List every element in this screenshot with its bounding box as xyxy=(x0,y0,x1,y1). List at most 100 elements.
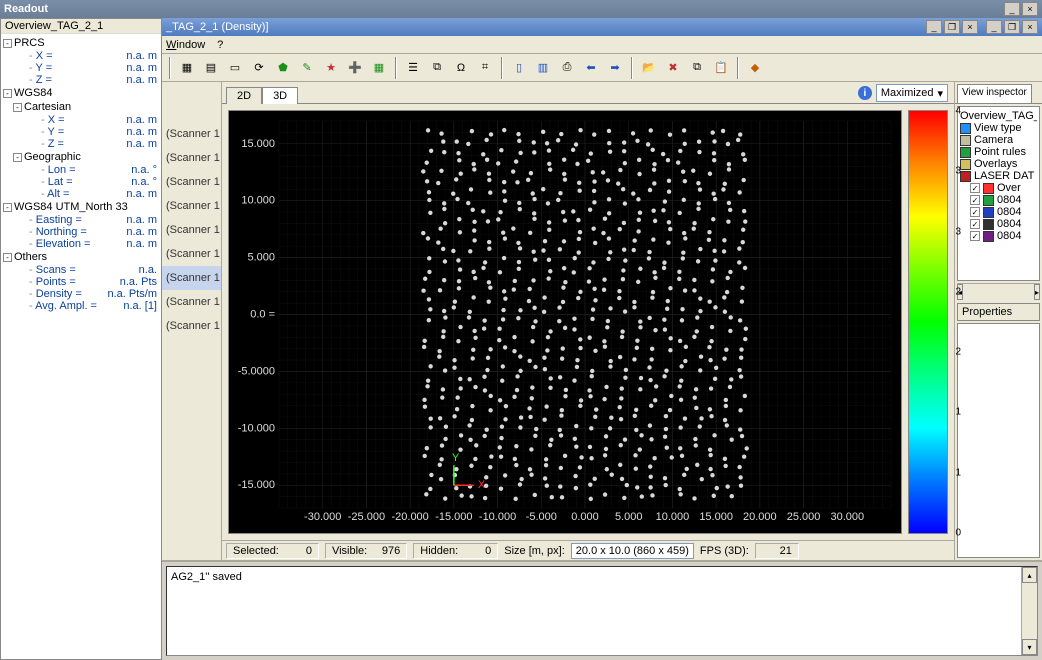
tool-print-icon[interactable]: ⎙ xyxy=(556,57,578,79)
close-button[interactable]: × xyxy=(1022,2,1038,16)
tool-freehand-icon[interactable]: ✎ xyxy=(296,57,318,79)
tool-paste-icon[interactable]: 📋 xyxy=(710,57,732,79)
svg-text:X: X xyxy=(478,479,486,491)
colorbar: 43322110 xyxy=(908,110,948,534)
center-area: _TAG_2_1 (Density)] _ ❐ × _ ❐ × Window ?… xyxy=(162,18,1042,660)
visibility-checkbox[interactable]: ✓ xyxy=(970,183,980,193)
visibility-checkbox[interactable]: ✓ xyxy=(970,231,980,241)
scanner-item[interactable]: (Scanner 1 xyxy=(162,218,221,242)
inspector-item[interactable]: View type xyxy=(960,122,1037,134)
scanner-item[interactable]: (Scanner 1 xyxy=(162,266,221,290)
menubar: Window ? xyxy=(162,36,1042,54)
toolbar: ▦ ▤ ▭ ⟳ ⬟ ✎ ★ ➕ ▦ ☰ ⧉ Ω ⌗ ▯ ▥ ⎙ ⬅ ➡ 📂 ✖ … xyxy=(162,54,1042,82)
tool-help-icon[interactable]: ◆ xyxy=(744,57,766,79)
tab-2d[interactable]: 2D xyxy=(226,87,262,104)
inspector-item[interactable]: Point rules xyxy=(960,146,1037,158)
expand-icon[interactable]: - xyxy=(3,89,12,98)
tool-open-icon[interactable]: 📂 xyxy=(638,57,660,79)
inspector-layer[interactable]: ✓Over xyxy=(960,182,1037,194)
tool-chart-icon[interactable]: ⧉ xyxy=(426,57,448,79)
tool-polygon-icon[interactable]: ⬟ xyxy=(272,57,294,79)
expand-icon[interactable]: - xyxy=(3,203,12,212)
tool-filter-icon[interactable]: ⌗ xyxy=(474,57,496,79)
app-minimize2-button[interactable]: _ xyxy=(986,20,1002,34)
info-icon[interactable]: i xyxy=(858,86,872,100)
scanner-item[interactable]: (Scanner 1 xyxy=(162,290,221,314)
tree-group[interactable]: -WGS84 xyxy=(1,86,161,100)
tool-refresh-icon[interactable]: ⟳ xyxy=(248,57,270,79)
scroll-down-icon[interactable]: ▾ xyxy=(1022,639,1037,655)
inspector-item[interactable]: LASER DAT xyxy=(960,170,1037,182)
type-icon xyxy=(960,147,971,158)
tree-group[interactable]: -WGS84 UTM_North 33 xyxy=(1,200,161,214)
menu-help[interactable]: ? xyxy=(217,39,223,51)
tool-splitv-icon[interactable]: ▥ xyxy=(532,57,554,79)
tool-prev-icon[interactable]: ⬅ xyxy=(580,57,602,79)
tool-view-icon[interactable]: ▦ xyxy=(176,57,198,79)
inspector-header: Overview_TAG_2▴ xyxy=(960,109,1037,122)
tree-subgroup[interactable]: -Geographic xyxy=(1,150,161,164)
tree-item: Points =n.a. Pts xyxy=(1,276,161,288)
tool-delete-icon[interactable]: ✖ xyxy=(662,57,684,79)
tree-group[interactable]: -Others xyxy=(1,250,161,264)
svg-text:Y: Y xyxy=(452,452,460,464)
app-restore2-button[interactable]: ❐ xyxy=(1004,20,1020,34)
app-close2-button[interactable]: × xyxy=(1022,20,1038,34)
inspector-item[interactable]: Camera xyxy=(960,134,1037,146)
inspector-layer[interactable]: ✓0804 xyxy=(960,218,1037,230)
tool-split-icon[interactable]: ▯ xyxy=(508,57,530,79)
menu-window[interactable]: Window xyxy=(166,39,205,51)
tool-add-icon[interactable]: ➕ xyxy=(344,57,366,79)
tool-layers-icon[interactable]: ☰ xyxy=(402,57,424,79)
visibility-checkbox[interactable]: ✓ xyxy=(970,207,980,217)
doc-minimize-button[interactable]: _ xyxy=(926,20,942,34)
tool-star-icon[interactable]: ★ xyxy=(320,57,342,79)
tool-next-icon[interactable]: ➡ xyxy=(604,57,626,79)
tool-copy-icon[interactable]: ⧉ xyxy=(686,57,708,79)
expand-icon[interactable]: - xyxy=(3,39,12,48)
inspector-layer[interactable]: ✓0804 xyxy=(960,194,1037,206)
viz-canvas[interactable]: -30.000-25.000-20.000-15.000-10.000-5.00… xyxy=(228,110,902,534)
inspector-layer[interactable]: ✓0804 xyxy=(960,206,1037,218)
inspector-hscroll[interactable]: ◂ ▸ xyxy=(957,283,1040,297)
expand-icon[interactable]: - xyxy=(13,103,22,112)
tool-calc-icon[interactable]: ▦ xyxy=(368,57,390,79)
tab-3d[interactable]: 3D xyxy=(262,87,298,104)
inspector-tab[interactable]: View inspector xyxy=(957,84,1032,103)
scanner-item[interactable]: (Scanner 1 xyxy=(162,170,221,194)
svg-text:-15.000: -15.000 xyxy=(238,479,275,491)
tree-subgroup[interactable]: -Cartesian xyxy=(1,100,161,114)
tree-item: Z =n.a. m xyxy=(1,74,161,86)
tool-undo-icon[interactable]: Ω xyxy=(450,57,472,79)
scanner-item[interactable]: (Scanner 1 xyxy=(162,242,221,266)
svg-text:-5.0000: -5.0000 xyxy=(238,365,275,377)
scroll-right-icon[interactable]: ▸ xyxy=(1034,284,1040,300)
tool-grid-icon[interactable]: ▤ xyxy=(200,57,222,79)
expand-icon[interactable]: - xyxy=(13,153,22,162)
expand-icon[interactable]: - xyxy=(3,253,12,262)
view-mode-select[interactable]: Maximized ▾ xyxy=(876,84,948,102)
scanner-item[interactable]: (Scanner 1 xyxy=(162,314,221,338)
tree-item: Lat =n.a. ° xyxy=(1,176,161,188)
visibility-checkbox[interactable]: ✓ xyxy=(970,219,980,229)
tree-group[interactable]: -PRCS xyxy=(1,36,161,50)
svg-text:10.000: 10.000 xyxy=(656,511,690,523)
tool-window-icon[interactable]: ▭ xyxy=(224,57,246,79)
status-selected: Selected: 0 xyxy=(226,543,319,559)
doc-close-button[interactable]: × xyxy=(962,20,978,34)
colorbar-tick: 1 xyxy=(955,407,961,418)
svg-text:30.000: 30.000 xyxy=(830,511,864,523)
svg-text:5.000: 5.000 xyxy=(615,511,643,523)
inspector-layer[interactable]: ✓0804 xyxy=(960,230,1037,242)
scanner-item[interactable]: (Scanner 1 xyxy=(162,122,221,146)
scanner-item[interactable]: (Scanner 1 xyxy=(162,146,221,170)
inspector-item[interactable]: Overlays xyxy=(960,158,1037,170)
scroll-up-icon[interactable]: ▴ xyxy=(1022,567,1037,583)
svg-text:-5.000: -5.000 xyxy=(526,511,557,523)
doc-restore-button[interactable]: ❐ xyxy=(944,20,960,34)
log-scrollbar[interactable]: ▴ ▾ xyxy=(1021,567,1037,655)
visibility-checkbox[interactable]: ✓ xyxy=(970,195,980,205)
scanner-item[interactable]: (Scanner 1 xyxy=(162,194,221,218)
minimize-button[interactable]: _ xyxy=(1004,2,1020,16)
tree-item: Z =n.a. m xyxy=(1,138,161,150)
